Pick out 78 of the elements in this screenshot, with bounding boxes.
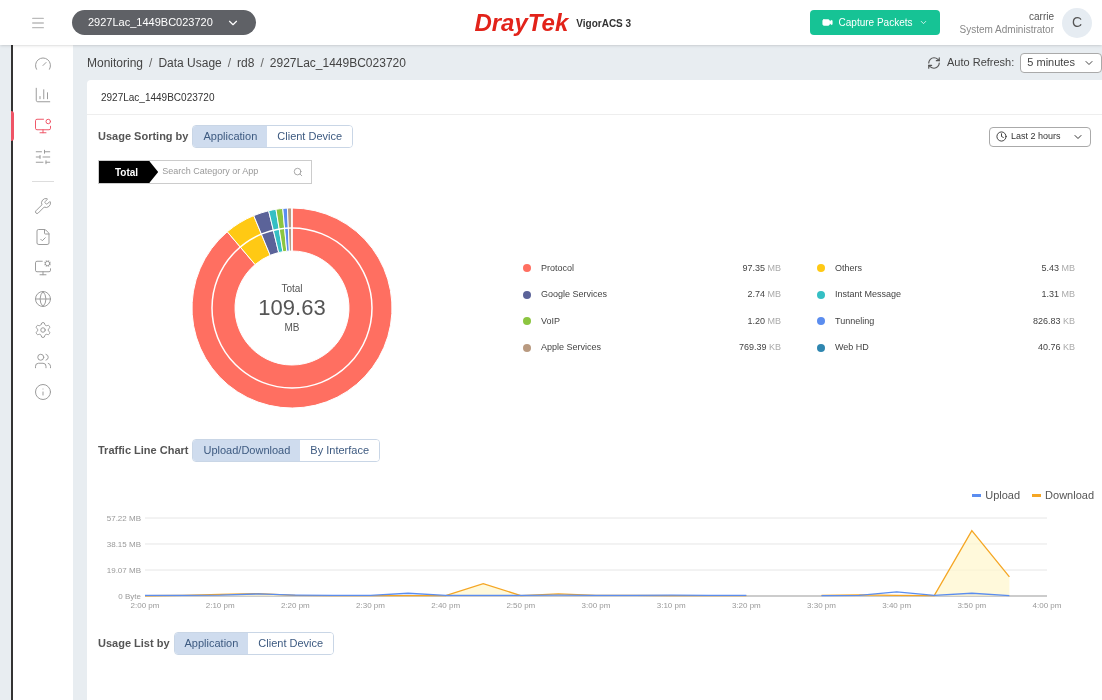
total-label: Total — [281, 282, 303, 296]
brand-logo: DrayTek — [474, 10, 569, 35]
sort-label: Usage Sorting by — [98, 129, 189, 145]
x-tick-label: 2:10 pm — [205, 600, 235, 610]
total-unit: MB — [284, 321, 300, 335]
total-value: 109.63 — [258, 296, 326, 320]
monitor-gear-icon[interactable] — [34, 259, 52, 277]
legend-name: Web HD — [835, 341, 870, 354]
sliders-icon[interactable] — [34, 148, 52, 166]
chart-label: Traffic Line Chart — [98, 443, 189, 459]
legend-value: 1.20 MB — [747, 314, 781, 328]
clock-icon — [996, 131, 1007, 142]
product-name: VigorACS 3 — [576, 16, 632, 31]
video-icon — [821, 17, 833, 28]
breadcrumb-link[interactable]: Monitoring — [87, 53, 144, 72]
legend-value: 769.39 KB — [738, 341, 781, 354]
x-tick-label: 2:50 pm — [506, 600, 536, 610]
y-tick-label: 38.15 MB — [106, 539, 141, 549]
legend-value: 826.83 KB — [1032, 314, 1075, 328]
legend-name: VoIP — [541, 314, 561, 328]
toggle-tab[interactable]: Upload/Download — [193, 440, 301, 461]
settings-icon[interactable] — [34, 321, 52, 339]
x-tick-label: 4:00 pm — [1032, 600, 1062, 610]
x-tick-label: 3:00 pm — [581, 600, 611, 610]
checklist-icon[interactable] — [34, 228, 52, 246]
x-tick-label: 2:00 pm — [130, 600, 160, 610]
legend-value: 2.74 MB — [747, 288, 781, 301]
x-tick-label: 3:40 pm — [882, 600, 912, 610]
user-name: carrie — [1029, 9, 1054, 23]
legend-name: Google Services — [541, 288, 609, 301]
toggle-tab[interactable]: Application — [193, 126, 268, 147]
x-tick-label: 3:50 pm — [957, 600, 987, 610]
legend-label: Download — [1045, 488, 1094, 503]
legend-name: Others — [835, 261, 863, 275]
x-tick-label: 3:20 pm — [731, 600, 761, 610]
legend-name: Protocol — [541, 261, 576, 275]
y-tick-label: 0 Byte — [118, 591, 141, 601]
total-tag[interactable]: Total — [99, 161, 159, 183]
x-tick-label: 3:10 pm — [656, 600, 686, 610]
device-selector[interactable]: 2927Lac_1449BC023720 — [72, 10, 256, 35]
legend-value: 97.35 MB — [742, 261, 781, 275]
legend-name: Instant Message — [835, 288, 903, 301]
user-role: System Administrator — [959, 22, 1054, 36]
y-tick-label: 57.22 MB — [106, 513, 141, 523]
breadcrumb-link[interactable]: rd8 — [237, 53, 255, 72]
wrench-icon[interactable] — [34, 197, 52, 215]
x-tick-label: 2:30 pm — [356, 600, 385, 610]
y-tick-label: 19.07 MB — [106, 565, 141, 575]
users-icon[interactable] — [34, 352, 52, 370]
breadcrumb-separator: / — [149, 54, 153, 72]
breadcrumb-link[interactable]: Data Usage — [158, 53, 222, 72]
refresh-interval-select[interactable]: 5 minutes — [1020, 52, 1102, 73]
chevron-icon — [918, 18, 928, 27]
gauge-icon[interactable] — [34, 55, 52, 73]
x-tick-label: 2:20 pm — [280, 600, 310, 610]
globe-icon[interactable] — [34, 290, 52, 308]
x-tick-label: 3:30 pm — [807, 600, 836, 610]
toggle-tab[interactable]: Application — [174, 632, 249, 654]
user-avatar[interactable]: C — [1062, 7, 1092, 38]
legend-value: 5.43 MB — [1041, 261, 1075, 275]
auto-refresh-label: Auto Refresh: — [947, 55, 1015, 71]
legend-value: 1.31 MB — [1041, 288, 1075, 301]
search-icon[interactable] — [293, 167, 303, 177]
card-title: 2927Lac_1449BC023720 — [101, 90, 215, 105]
bar-chart-icon[interactable] — [34, 86, 52, 104]
legend-name: Tunneling — [835, 314, 876, 328]
legend-label: Upload — [985, 488, 1021, 503]
legend-name: Apple Services — [541, 341, 603, 354]
time-range-select[interactable]: Last 2 hours — [989, 126, 1091, 147]
monitor-pulse-icon[interactable] — [34, 117, 52, 135]
breadcrumb-separator: / — [227, 54, 232, 72]
info-icon[interactable] — [34, 383, 52, 401]
search-field[interactable]: Total Search Category or App — [98, 160, 312, 184]
x-tick-label: 2:40 pm — [431, 600, 461, 610]
refresh-icon[interactable] — [927, 55, 942, 70]
legend-value: 40.76 KB — [1037, 341, 1075, 354]
list-label: Usage List by — [98, 635, 170, 651]
breadcrumb-separator: / — [260, 54, 264, 72]
